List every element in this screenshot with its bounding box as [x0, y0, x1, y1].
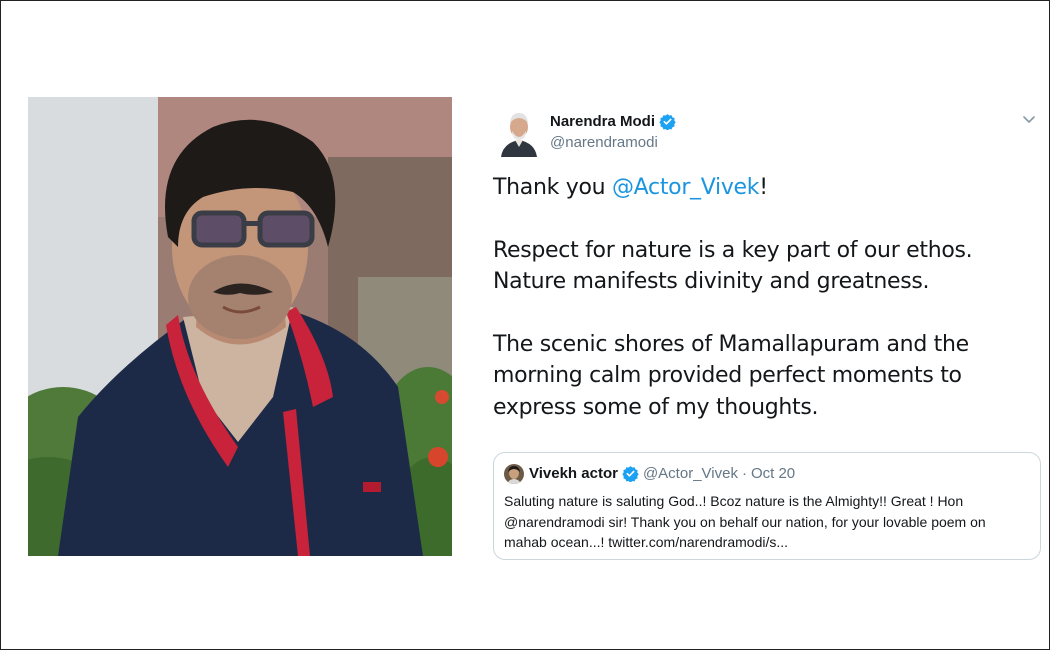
tweet-text: Thank you @Actor_Vivek! Respect for natu…	[493, 172, 1043, 454]
quoted-separator: ·	[741, 465, 747, 482]
tweet-paragraph-3: The scenic shores of Mamallapuram and th…	[493, 331, 969, 420]
author-handle[interactable]: @narendramodi	[550, 134, 658, 151]
author-name-text[interactable]: Narendra Modi	[550, 113, 655, 130]
tweet-text-prefix: Thank you	[493, 175, 612, 200]
tweet-card[interactable]: Narendra Modi @narendramodi Thank you @A…	[483, 97, 1049, 577]
quoted-tweet[interactable]: Vivekh actor @Actor_Vivek · Oct 20 Salut…	[493, 452, 1041, 560]
quoted-date[interactable]: Oct 20	[751, 465, 795, 482]
chevron-down-icon[interactable]	[1021, 111, 1037, 127]
actor-photo	[28, 97, 452, 556]
tweet-paragraph-2: Respect for nature is a key part of our …	[493, 237, 973, 295]
screenshot-frame: Narendra Modi @narendramodi Thank you @A…	[0, 0, 1050, 650]
tweet-text-suffix: !	[759, 175, 768, 200]
mention-link[interactable]: @Actor_Vivek	[612, 175, 760, 200]
quoted-author-handle[interactable]: @Actor_Vivek	[643, 465, 738, 482]
quoted-author-name[interactable]: Vivekh actor	[529, 465, 618, 482]
verified-badge-icon	[622, 465, 639, 483]
tweet-paragraph-1: Thank you @Actor_Vivek!	[493, 172, 1043, 204]
quoted-header: Vivekh actor @Actor_Vivek · Oct 20	[529, 465, 795, 483]
quoted-author-avatar	[504, 464, 524, 484]
quoted-tweet-text: Saluting nature is saluting God..! Bcoz …	[504, 493, 986, 550]
author-name[interactable]: Narendra Modi	[550, 113, 676, 131]
verified-badge-icon	[659, 113, 676, 131]
author-avatar[interactable]	[499, 109, 539, 157]
